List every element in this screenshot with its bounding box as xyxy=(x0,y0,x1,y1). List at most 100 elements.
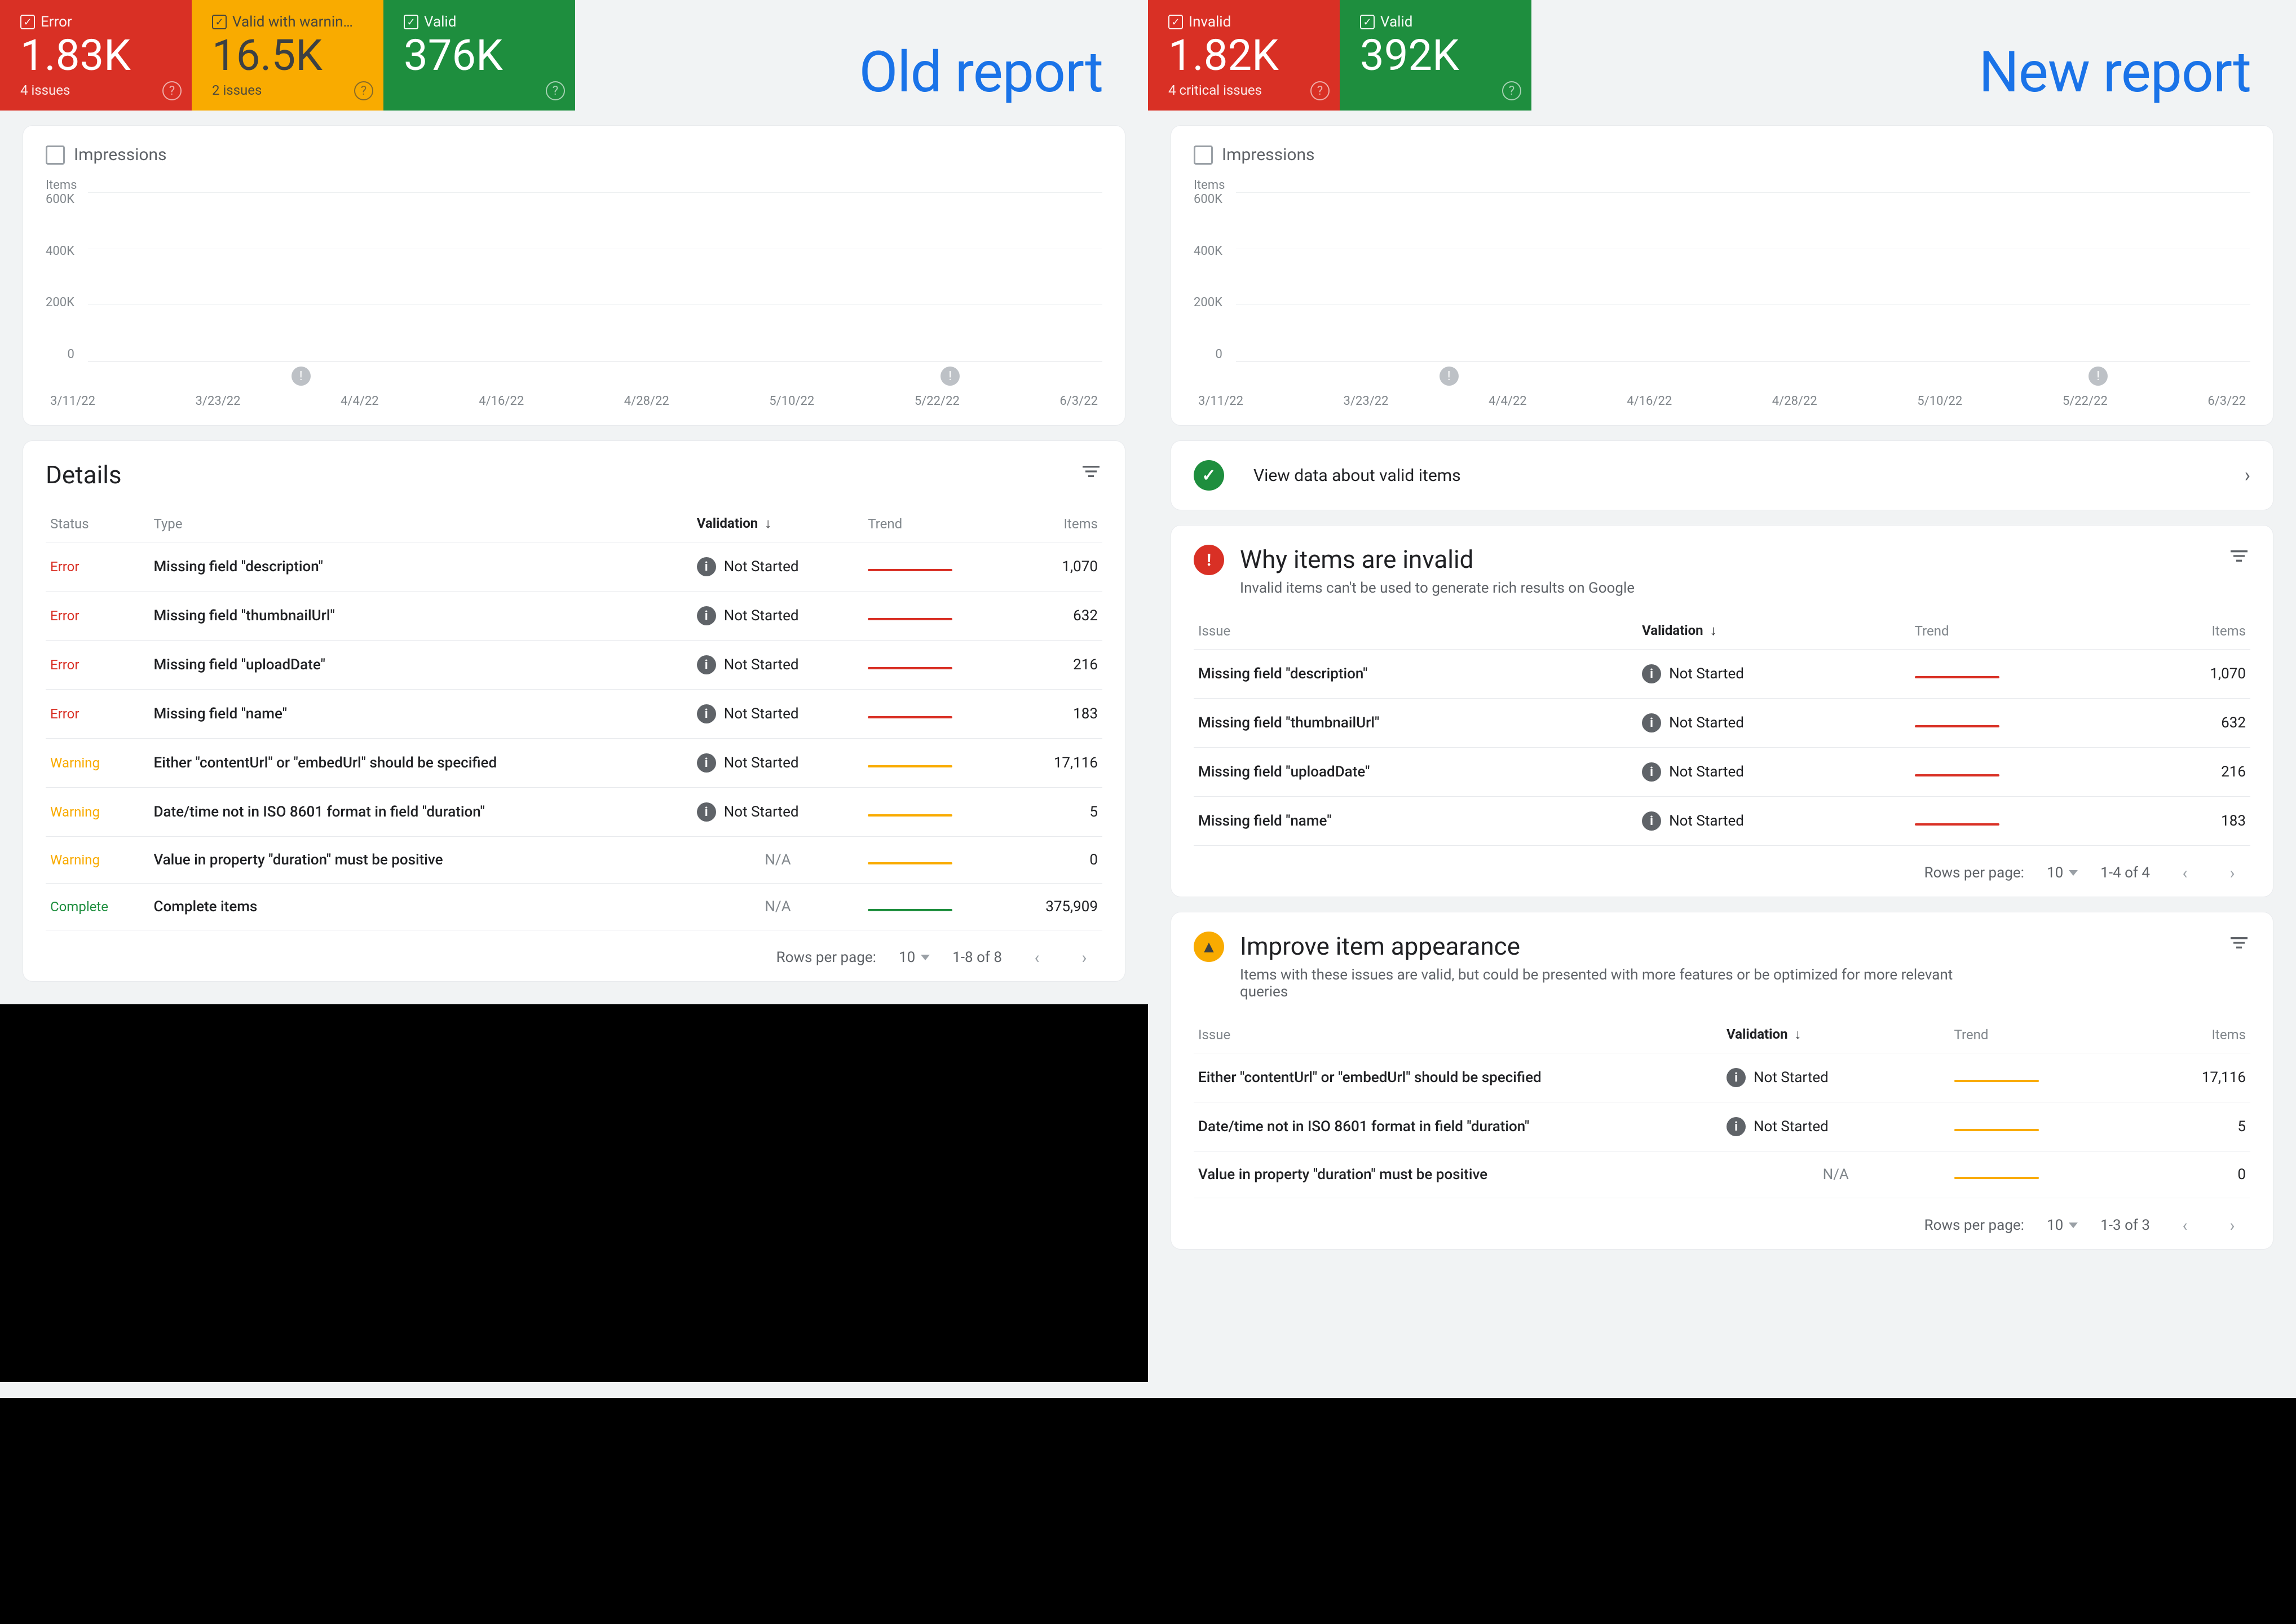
next-page-button[interactable]: › xyxy=(1072,945,1097,970)
items-count: 0 xyxy=(2142,1151,2250,1198)
filter-icon[interactable] xyxy=(2228,545,2250,567)
summary-pill-green[interactable]: ✓Valid 376K ? xyxy=(383,0,575,111)
trend-cell xyxy=(863,641,1008,690)
rows-per-page-label: Rows per page: xyxy=(776,949,876,966)
x-tick: 5/22/22 xyxy=(2063,394,2108,408)
info-dot-icon: i xyxy=(697,557,716,576)
rows-per-page-select[interactable]: 10 xyxy=(2047,864,2078,881)
table-row[interactable]: Error Missing field "description" iNot S… xyxy=(46,542,1102,592)
event-marker-icon[interactable]: ! xyxy=(2089,367,2108,386)
col-trend[interactable]: Trend xyxy=(1910,612,2140,650)
help-icon[interactable]: ? xyxy=(1310,81,1330,100)
next-page-button[interactable]: › xyxy=(2220,860,2245,885)
impressions-toggle[interactable]: Impressions xyxy=(1194,145,2250,165)
issue-type: Missing field "uploadDate" xyxy=(1198,764,1370,780)
info-dot-icon: i xyxy=(697,753,716,773)
checkbox-icon xyxy=(1194,145,1213,165)
table-row[interactable]: Missing field "name" iNot Started 183 xyxy=(1194,797,2250,846)
col-validation[interactable]: Validation ↓ xyxy=(692,505,864,542)
items-count: 1,070 xyxy=(2140,650,2250,699)
table-row[interactable]: Error Missing field "thumbnailUrl" iNot … xyxy=(46,592,1102,641)
col-issue[interactable]: Issue xyxy=(1194,612,1637,650)
x-tick: 5/10/22 xyxy=(769,394,814,408)
info-dot-icon: i xyxy=(697,655,716,674)
table-row[interactable]: Warning Date/time not in ISO 8601 format… xyxy=(46,788,1102,837)
x-tick: 3/11/22 xyxy=(1198,394,1243,408)
details-table: Status Type Validation ↓ Trend Items Err… xyxy=(46,505,1102,930)
old-report: Old report ✓Error 1.83K 4 issues ? ✓Vali… xyxy=(0,0,1148,1398)
help-icon[interactable]: ? xyxy=(162,81,182,100)
filter-icon[interactable] xyxy=(1080,460,1102,483)
info-dot-icon: i xyxy=(1727,1068,1746,1087)
info-dot-icon: i xyxy=(697,704,716,723)
rows-per-page-select[interactable]: 10 xyxy=(899,949,930,966)
trend-sparkline xyxy=(868,909,952,911)
col-type[interactable]: Type xyxy=(149,505,692,542)
table-row[interactable]: Value in property "duration" must be pos… xyxy=(1194,1151,2250,1198)
table-row[interactable]: Complete Complete items N/A 375,909 xyxy=(46,884,1102,930)
trend-cell xyxy=(1950,1151,2142,1198)
help-icon[interactable]: ? xyxy=(546,81,565,100)
issue-type: Value in property "duration" must be pos… xyxy=(1198,1166,1487,1183)
trend-sparkline xyxy=(1954,1177,2039,1179)
summary-pill-amber[interactable]: ✓Valid with warnin… 16.5K 2 issues ? xyxy=(192,0,383,111)
summary-pill-red[interactable]: ✓Error 1.83K 4 issues ? xyxy=(0,0,192,111)
impressions-toggle[interactable]: Impressions xyxy=(46,145,1102,165)
summary-pill-red[interactable]: ✓Invalid 1.82K 4 critical issues ? xyxy=(1148,0,1340,111)
invalid-title: Why items are invalid xyxy=(1240,545,1635,574)
x-tick: 3/23/22 xyxy=(1344,394,1389,408)
col-status[interactable]: Status xyxy=(46,505,149,542)
table-row[interactable]: Warning Either "contentUrl" or "embedUrl… xyxy=(46,739,1102,788)
status-label: Error xyxy=(50,657,80,673)
table-row[interactable]: Error Missing field "name" iNot Started … xyxy=(46,690,1102,739)
help-icon[interactable]: ? xyxy=(1502,81,1521,100)
page-range: 1-4 of 4 xyxy=(2100,864,2150,881)
event-marker-icon[interactable]: ! xyxy=(292,367,311,386)
table-row[interactable]: Either "contentUrl" or "embedUrl" should… xyxy=(1194,1053,2250,1102)
table-row[interactable]: Missing field "thumbnailUrl" iNot Starte… xyxy=(1194,699,2250,748)
chart-title: Items xyxy=(46,178,1102,192)
help-icon[interactable]: ? xyxy=(354,81,373,100)
valid-items-link[interactable]: ✓ View data about valid items › xyxy=(1171,440,2273,510)
event-marker-icon[interactable]: ! xyxy=(941,367,960,386)
filter-icon[interactable] xyxy=(2228,932,2250,954)
issue-type: Missing field "thumbnailUrl" xyxy=(1198,714,1379,731)
prev-page-button[interactable]: ‹ xyxy=(1025,945,1049,970)
trend-sparkline xyxy=(868,862,952,864)
trend-cell xyxy=(863,542,1008,592)
caret-down-icon xyxy=(921,955,930,960)
summary-pill-green[interactable]: ✓Valid 392K ? xyxy=(1340,0,1531,111)
info-dot-icon: i xyxy=(1727,1117,1746,1136)
trend-cell xyxy=(1910,748,2140,797)
page-range: 1-3 of 3 xyxy=(2100,1217,2150,1234)
table-row[interactable]: Date/time not in ISO 8601 format in fiel… xyxy=(1194,1102,2250,1151)
trend-sparkline xyxy=(1915,774,1999,776)
col-trend[interactable]: Trend xyxy=(1950,1016,2142,1053)
trend-sparkline xyxy=(1954,1080,2039,1082)
col-validation[interactable]: Validation ↓ xyxy=(1722,1016,1950,1053)
info-dot-icon: i xyxy=(1642,713,1661,732)
event-marker-icon[interactable]: ! xyxy=(1440,367,1459,386)
next-page-button[interactable]: › xyxy=(2220,1213,2245,1238)
items-count: 183 xyxy=(2140,797,2250,846)
items-count: 5 xyxy=(2142,1102,2250,1151)
col-validation[interactable]: Validation ↓ xyxy=(1637,612,1910,650)
info-dot-icon: i xyxy=(1642,664,1661,683)
table-row[interactable]: Error Missing field "uploadDate" iNot St… xyxy=(46,641,1102,690)
col-items[interactable]: Items xyxy=(2142,1016,2250,1053)
col-items[interactable]: Items xyxy=(1008,505,1102,542)
col-trend[interactable]: Trend xyxy=(863,505,1008,542)
rows-per-page-select[interactable]: 10 xyxy=(2047,1217,2078,1234)
col-items[interactable]: Items xyxy=(2140,612,2250,650)
trend-sparkline xyxy=(1915,725,1999,727)
table-row[interactable]: Missing field "description" iNot Started… xyxy=(1194,650,2250,699)
table-row[interactable]: Missing field "uploadDate" iNot Started … xyxy=(1194,748,2250,797)
prev-page-button[interactable]: ‹ xyxy=(2173,1213,2197,1238)
trend-sparkline xyxy=(868,569,952,571)
improve-table: Issue Validation ↓ Trend Items Either "c… xyxy=(1194,1016,2250,1198)
prev-page-button[interactable]: ‹ xyxy=(2173,860,2197,885)
table-row[interactable]: Warning Value in property "duration" mus… xyxy=(46,837,1102,884)
col-issue[interactable]: Issue xyxy=(1194,1016,1722,1053)
pill-sub: 2 issues xyxy=(212,82,363,98)
x-tick: 6/3/22 xyxy=(1059,394,1098,408)
